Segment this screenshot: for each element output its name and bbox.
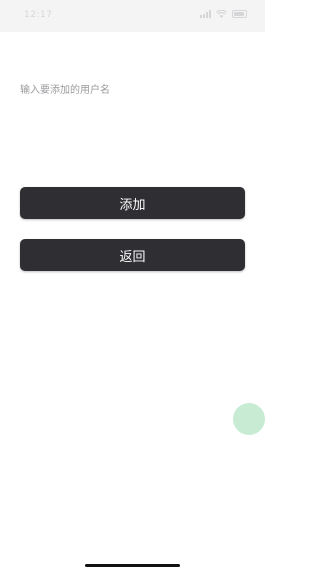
battery-icon bbox=[232, 10, 247, 18]
back-button-label: 返回 bbox=[119, 249, 146, 265]
add-button-label: 添加 bbox=[119, 197, 146, 213]
wifi-icon bbox=[216, 10, 227, 18]
cellular-signal-icon bbox=[200, 10, 211, 18]
add-button[interactable]: 添加 bbox=[20, 187, 245, 219]
status-bar: 12:17 bbox=[0, 0, 265, 32]
app-screen: 12:17 添加 返回 bbox=[0, 0, 265, 574]
status-time: 12:17 bbox=[24, 10, 53, 20]
floating-assistive-bubble[interactable] bbox=[233, 403, 265, 435]
status-icons bbox=[200, 10, 247, 18]
home-indicator[interactable] bbox=[85, 564, 180, 567]
username-input[interactable] bbox=[20, 80, 245, 100]
back-button[interactable]: 返回 bbox=[20, 239, 245, 271]
